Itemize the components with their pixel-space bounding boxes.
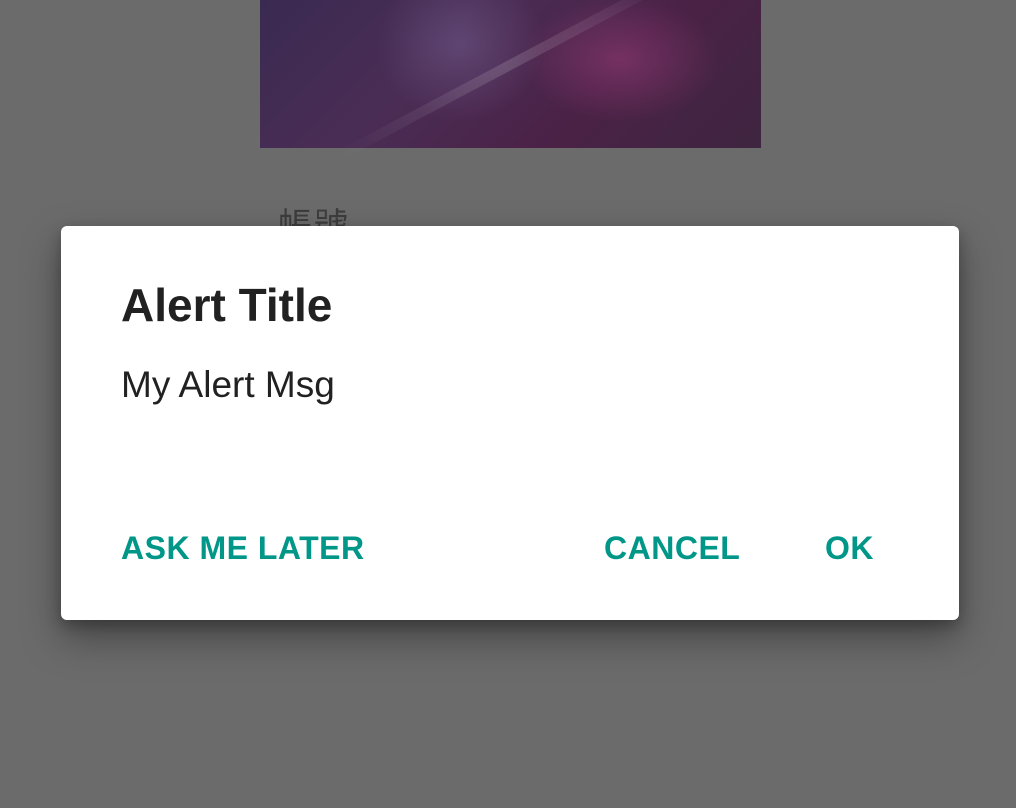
- image-light-streak: [339, 0, 681, 159]
- alert-dialog: Alert Title My Alert Msg ASK ME LATER CA…: [61, 226, 959, 620]
- cancel-button[interactable]: CANCEL: [604, 530, 740, 567]
- ok-button[interactable]: OK: [825, 530, 874, 567]
- dialog-message: My Alert Msg: [121, 364, 335, 405]
- app-screen: 帳號 Alert Title My Alert Msg ASK ME LATER…: [0, 0, 1016, 808]
- header-background-image: [260, 0, 761, 159]
- background-account-label: 帳號: [278, 206, 350, 226]
- ask-me-later-button[interactable]: ASK ME LATER: [121, 530, 365, 567]
- dialog-title: Alert Title: [121, 279, 333, 331]
